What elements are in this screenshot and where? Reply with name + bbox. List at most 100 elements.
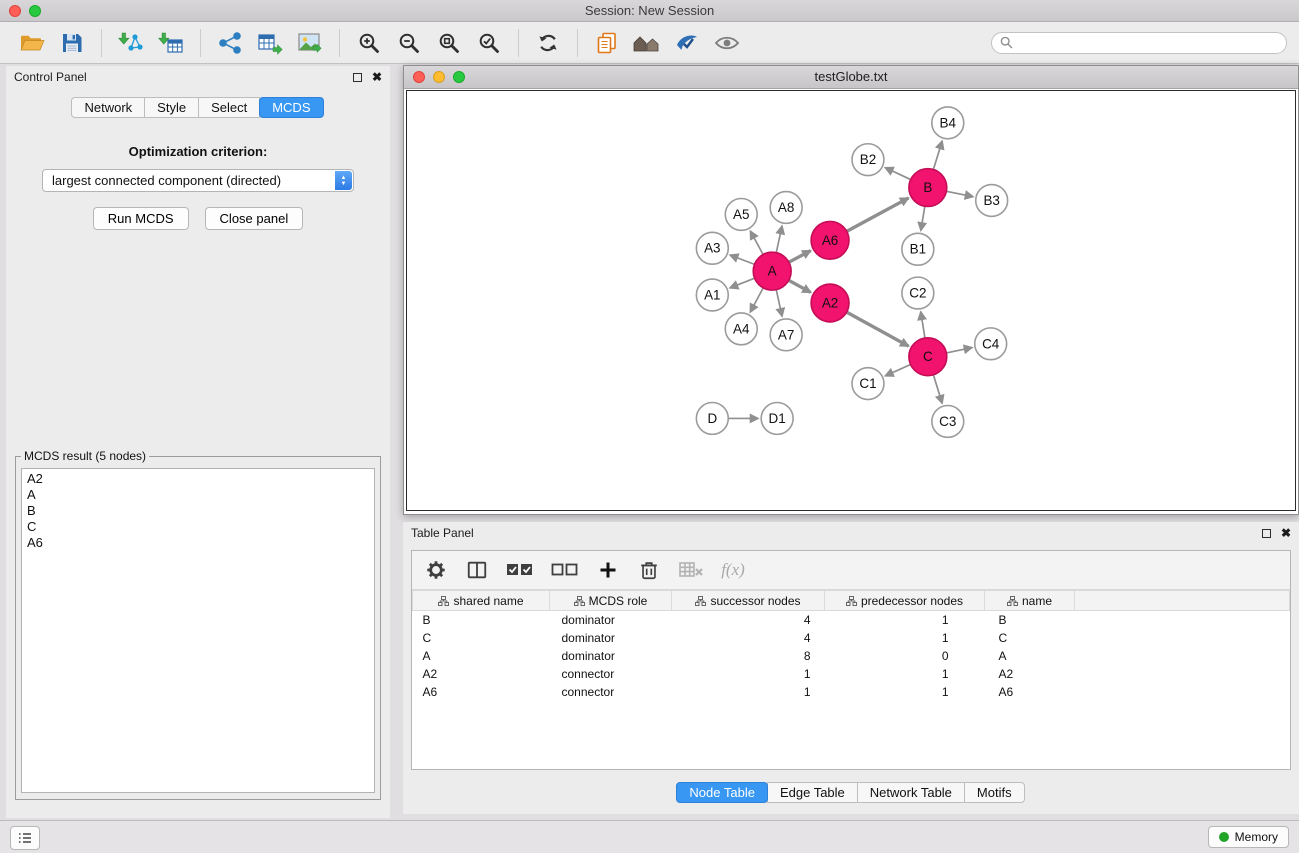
table-tab-node-table[interactable]: Node Table — [676, 782, 768, 803]
import-network-button[interactable] — [115, 27, 147, 59]
tab-mcds[interactable]: MCDS — [259, 97, 323, 118]
edge-C-C1[interactable] — [885, 364, 910, 375]
edge-C-C2[interactable] — [921, 312, 925, 338]
edge-C-C3[interactable] — [933, 375, 942, 403]
edge-A-A6[interactable] — [789, 251, 811, 263]
cell-shared-name[interactable]: A2 — [413, 665, 550, 683]
cell-shared-name[interactable]: A6 — [413, 683, 550, 701]
network-canvas[interactable]: B4B2BB3A8A5A6A3B1AC2A1A2A4A7C4CC1C3DD1 — [406, 90, 1296, 511]
import-table-button[interactable] — [155, 27, 187, 59]
table-row[interactable]: A6connector11A6 — [413, 683, 1290, 701]
node-A5[interactable]: A5 — [725, 198, 757, 230]
node-B3[interactable]: B3 — [976, 185, 1008, 217]
node-A[interactable]: A — [753, 252, 791, 290]
table-tab-network-table[interactable]: Network Table — [857, 782, 965, 803]
home-networks-button[interactable] — [631, 27, 663, 59]
run-mcds-button[interactable]: Run MCDS — [93, 207, 189, 230]
float-table-panel-icon[interactable] — [1262, 529, 1271, 538]
column-header-name[interactable]: name — [985, 591, 1075, 611]
column-header-successor-nodes[interactable]: successor nodes — [672, 591, 825, 611]
memory-button[interactable]: Memory — [1208, 826, 1289, 848]
cell-successors[interactable]: 4 — [672, 629, 825, 647]
edge-B-B2[interactable] — [885, 168, 911, 180]
edge-A-A4[interactable] — [750, 288, 763, 312]
save-session-button[interactable] — [56, 27, 88, 59]
cell-successors[interactable]: 8 — [672, 647, 825, 665]
node-A8[interactable]: A8 — [770, 192, 802, 224]
cell-successors[interactable]: 1 — [672, 683, 825, 701]
cell-successors[interactable]: 1 — [672, 665, 825, 683]
edge-B-B3[interactable] — [946, 191, 973, 196]
table-tab-edge-table[interactable]: Edge Table — [767, 782, 858, 803]
edge-A-A8[interactable] — [776, 226, 782, 253]
deselect-all-button[interactable] — [551, 556, 579, 584]
task-history-button[interactable] — [10, 826, 40, 850]
node-B1[interactable]: B1 — [902, 233, 934, 265]
cell-name[interactable]: B — [985, 611, 1075, 630]
network-minimize-button[interactable] — [433, 71, 445, 83]
edge-C-C4[interactable] — [946, 348, 972, 353]
refresh-button[interactable] — [532, 27, 564, 59]
mcds-result-list[interactable]: A2ABCA6 — [21, 468, 375, 793]
mcds-result-item[interactable]: B — [27, 503, 369, 519]
cell-shared-name[interactable]: C — [413, 629, 550, 647]
delete-column-button[interactable] — [637, 556, 661, 584]
cell-predecessors[interactable]: 1 — [825, 683, 985, 701]
network-zoom-button[interactable] — [453, 71, 465, 83]
search-input[interactable] — [1018, 35, 1278, 51]
node-C2[interactable]: C2 — [902, 277, 934, 309]
node-B4[interactable]: B4 — [932, 107, 964, 139]
delete-table-button[interactable] — [678, 556, 704, 584]
cell-mcds-role[interactable]: dominator — [550, 647, 672, 665]
column-header-MCDS-role[interactable]: MCDS role — [550, 591, 672, 611]
function-builder-button[interactable]: f(x) — [721, 556, 745, 584]
node-C3[interactable]: C3 — [932, 405, 964, 437]
cell-successors[interactable]: 4 — [672, 611, 825, 630]
mcds-result-item[interactable]: A — [27, 487, 369, 503]
export-table-button[interactable] — [254, 27, 286, 59]
cell-name[interactable]: A2 — [985, 665, 1075, 683]
cell-shared-name[interactable]: A — [413, 647, 550, 665]
cell-predecessors[interactable]: 1 — [825, 665, 985, 683]
select-all-button[interactable] — [506, 556, 534, 584]
node-C[interactable]: C — [909, 338, 947, 376]
cell-predecessors[interactable]: 1 — [825, 629, 985, 647]
node-A7[interactable]: A7 — [770, 319, 802, 351]
tab-network[interactable]: Network — [71, 97, 145, 118]
node-C1[interactable]: C1 — [852, 368, 884, 400]
zoom-selected-button[interactable] — [473, 27, 505, 59]
cell-name[interactable]: A6 — [985, 683, 1075, 701]
cell-mcds-role[interactable]: connector — [550, 683, 672, 701]
cell-mcds-role[interactable]: dominator — [550, 611, 672, 630]
cell-shared-name[interactable]: B — [413, 611, 550, 630]
cell-name[interactable]: C — [985, 629, 1075, 647]
edge-B-B4[interactable] — [933, 141, 942, 169]
mcds-result-item[interactable]: A2 — [27, 471, 369, 487]
cell-predecessors[interactable]: 1 — [825, 611, 985, 630]
tab-select[interactable]: Select — [198, 97, 260, 118]
zoom-fit-button[interactable] — [433, 27, 465, 59]
open-session-button[interactable] — [16, 27, 48, 59]
export-image-button[interactable] — [294, 27, 326, 59]
cell-mcds-role[interactable]: dominator — [550, 629, 672, 647]
node-A3[interactable]: A3 — [696, 232, 728, 264]
node-B[interactable]: B — [909, 169, 947, 207]
add-column-button[interactable] — [596, 556, 620, 584]
node-C4[interactable]: C4 — [975, 328, 1007, 360]
node-A4[interactable]: A4 — [725, 313, 757, 345]
zoom-in-button[interactable] — [353, 27, 385, 59]
column-header-shared-name[interactable]: shared name — [413, 591, 550, 611]
table-tab-motifs[interactable]: Motifs — [964, 782, 1025, 803]
edge-A-A3[interactable] — [730, 255, 755, 264]
tab-style[interactable]: Style — [144, 97, 199, 118]
show-graphics-details-button[interactable] — [711, 27, 743, 59]
table-row[interactable]: Bdominator41B — [413, 611, 1290, 630]
cell-mcds-role[interactable]: connector — [550, 665, 672, 683]
edge-A-A2[interactable] — [789, 280, 811, 292]
close-table-panel-icon[interactable]: ✖ — [1281, 527, 1291, 539]
edge-A-A5[interactable] — [750, 231, 763, 254]
column-header-predecessor-nodes[interactable]: predecessor nodes — [825, 591, 985, 611]
annotation-check-button[interactable] — [671, 27, 703, 59]
mcds-result-item[interactable]: A6 — [27, 535, 369, 551]
edge-A2-C[interactable] — [847, 312, 909, 346]
